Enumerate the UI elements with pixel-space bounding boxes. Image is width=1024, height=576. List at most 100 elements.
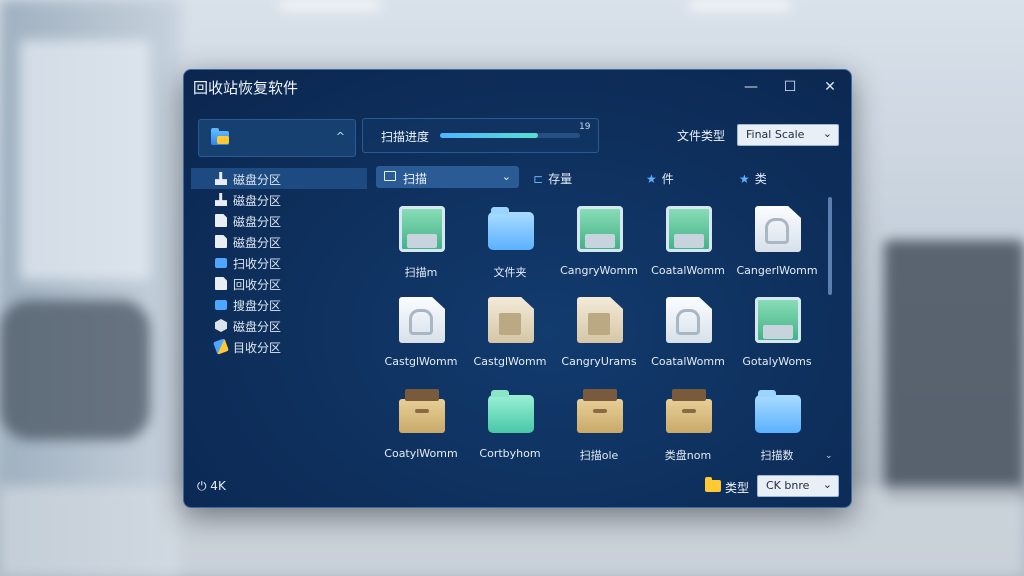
sidebar-item-label: 目收分区 xyxy=(233,341,282,355)
drive-select[interactable]: ^ xyxy=(198,119,356,157)
chevron-down-icon: ⌄ xyxy=(822,478,832,491)
star-types-button[interactable]: ★ 类 xyxy=(739,170,767,187)
file-item[interactable]: 扫描ole xyxy=(555,383,643,471)
white-document-icon xyxy=(666,297,712,343)
sidebar-item-label: 磁盘分区 xyxy=(233,194,282,208)
view-select-value: 扫描 xyxy=(403,172,428,186)
maximize-button[interactable]: ☐ xyxy=(777,77,803,97)
close-button[interactable]: ✕ xyxy=(817,77,843,97)
file-name: CoatalWomm xyxy=(651,264,725,277)
file-item[interactable]: CoatylWomm xyxy=(377,383,465,471)
minimize-button[interactable]: — xyxy=(738,77,764,97)
green-document-icon xyxy=(577,206,623,252)
sidebar-item-partition-6[interactable]: 回收分区 xyxy=(191,273,367,294)
title-bar: 回收站恢复软件 — ☐ ✕ xyxy=(184,70,851,104)
type-select[interactable]: CK bnre ⌄ xyxy=(757,475,839,497)
star-files-label: 件 xyxy=(661,172,674,186)
scan-progress-panel: 扫描进度 19 xyxy=(362,118,599,153)
drive-icon xyxy=(215,193,227,206)
hexagon-icon xyxy=(215,319,227,332)
sidebar-item-label: 磁盘分区 xyxy=(233,215,282,229)
file-item[interactable]: GotalyWoms xyxy=(733,291,821,379)
file-name: CoatylWomm xyxy=(384,447,458,460)
folder-badge-icon xyxy=(217,136,229,144)
folder-icon xyxy=(215,258,227,268)
file-grid: 扫描m 文件夹 CangryWomm CoatalWomm CangerlWom… xyxy=(377,200,823,462)
sidebar-item-label: 磁盘分区 xyxy=(233,173,282,187)
file-name: 类盘nom xyxy=(664,449,712,462)
sidebar-item-label: 磁盘分区 xyxy=(233,236,282,250)
scan-progress-label: 扫描进度 xyxy=(381,130,430,144)
file-name: 文件夹 xyxy=(493,266,527,279)
drive-icon xyxy=(215,172,227,185)
file-name: CangerlWomm xyxy=(736,264,818,277)
scroll-down-icon[interactable]: ⌄ xyxy=(825,451,833,461)
sidebar-item-partition-7[interactable]: 搜盘分区 xyxy=(191,294,367,315)
background-chair xyxy=(0,300,150,440)
file-name: Cortbyhom xyxy=(479,447,541,460)
archive-box-icon xyxy=(577,389,623,433)
type-label: 类型 xyxy=(725,481,750,495)
green-document-icon xyxy=(666,206,712,252)
sidebar-item-partition-1[interactable]: 磁盘分区 xyxy=(191,168,367,189)
file-name: CastglWomm xyxy=(473,355,547,368)
file-item[interactable]: 文件夹 xyxy=(466,200,554,288)
folder-outline-icon: ⊏ xyxy=(533,172,544,186)
sidebar-item-label: 扫收分区 xyxy=(233,257,282,271)
file-name: 扫描ole xyxy=(579,449,619,462)
sidebar-item-partition-5[interactable]: 扫收分区 xyxy=(191,252,367,273)
chevron-down-icon: ⌄ xyxy=(501,170,511,183)
storage-button-label: 存量 xyxy=(548,172,573,186)
background-window xyxy=(20,40,150,280)
file-item[interactable]: CastglWomm xyxy=(377,291,465,379)
file-item[interactable]: 扫描数 xyxy=(733,383,821,471)
background-cabinet xyxy=(884,240,1024,500)
file-item[interactable]: CangryWomm xyxy=(555,200,643,288)
file-item[interactable]: CangryUrams xyxy=(555,291,643,379)
file-item[interactable]: CastglWomm xyxy=(466,291,554,379)
star-files-button[interactable]: ★ 件 xyxy=(646,170,674,187)
file-item[interactable]: CangerlWomm xyxy=(733,200,821,288)
view-select[interactable]: 扫描 ⌄ xyxy=(376,166,519,188)
sidebar-item-label: 搜盘分区 xyxy=(233,299,282,313)
vertical-scrollbar[interactable] xyxy=(828,197,832,295)
sidebar-item-label: 回收分区 xyxy=(233,278,282,292)
beige-document-icon xyxy=(577,297,623,343)
file-type-select[interactable]: Final Scale ⌄ xyxy=(737,124,839,146)
document-icon xyxy=(215,277,227,290)
sidebar-item-partition-9[interactable]: 目收分区 xyxy=(191,336,367,357)
document-icon xyxy=(215,214,227,227)
sidebar-item-partition-3[interactable]: 磁盘分区 xyxy=(191,210,367,231)
file-type-value: Final Scale xyxy=(746,128,805,141)
chevron-down-icon: ⌄ xyxy=(822,127,832,140)
file-item[interactable]: 类盘nom xyxy=(644,383,732,471)
folder-icon xyxy=(215,300,227,310)
file-type-label: 文件类型 xyxy=(677,129,726,143)
star-icon: ★ xyxy=(739,172,750,186)
teal-folder-icon xyxy=(488,390,534,433)
window-title: 回收站恢复软件 xyxy=(193,79,299,97)
storage-button[interactable]: ⊏ 存量 xyxy=(533,170,572,187)
sidebar: ^ 磁盘分区 磁盘分区 磁盘分区 磁盘分区 扫收分区 回收分区 搜盘分区 磁盘分… xyxy=(184,104,367,464)
file-name: CastglWomm xyxy=(384,355,458,368)
archive-box-icon xyxy=(399,389,445,433)
sidebar-item-partition-4[interactable]: 磁盘分区 xyxy=(191,231,367,252)
file-name: CoatalWomm xyxy=(651,355,725,368)
file-item[interactable]: Cortbyhom xyxy=(466,383,554,471)
green-document-icon xyxy=(399,206,445,252)
sidebar-item-label: 磁盘分区 xyxy=(233,320,282,334)
file-item[interactable]: CoatalWomm xyxy=(644,291,732,379)
star-icon: ★ xyxy=(646,172,657,186)
sidebar-item-partition-2[interactable]: 磁盘分区 xyxy=(191,189,367,210)
white-document-icon xyxy=(755,206,801,252)
file-item[interactable]: CoatalWomm xyxy=(644,200,732,288)
partition-tree: 磁盘分区 磁盘分区 磁盘分区 磁盘分区 扫收分区 回收分区 搜盘分区 磁盘分区 … xyxy=(191,168,367,357)
sidebar-item-partition-8[interactable]: 磁盘分区 xyxy=(191,315,367,336)
power-status[interactable]: ⏻ 4K xyxy=(197,479,226,494)
scan-progress-fill xyxy=(440,133,538,138)
green-document-icon xyxy=(755,297,801,343)
file-name: 扫描数 xyxy=(760,449,794,462)
archive-box-icon xyxy=(666,389,712,433)
beige-document-icon xyxy=(488,297,534,343)
file-item[interactable]: 扫描m xyxy=(377,200,465,288)
